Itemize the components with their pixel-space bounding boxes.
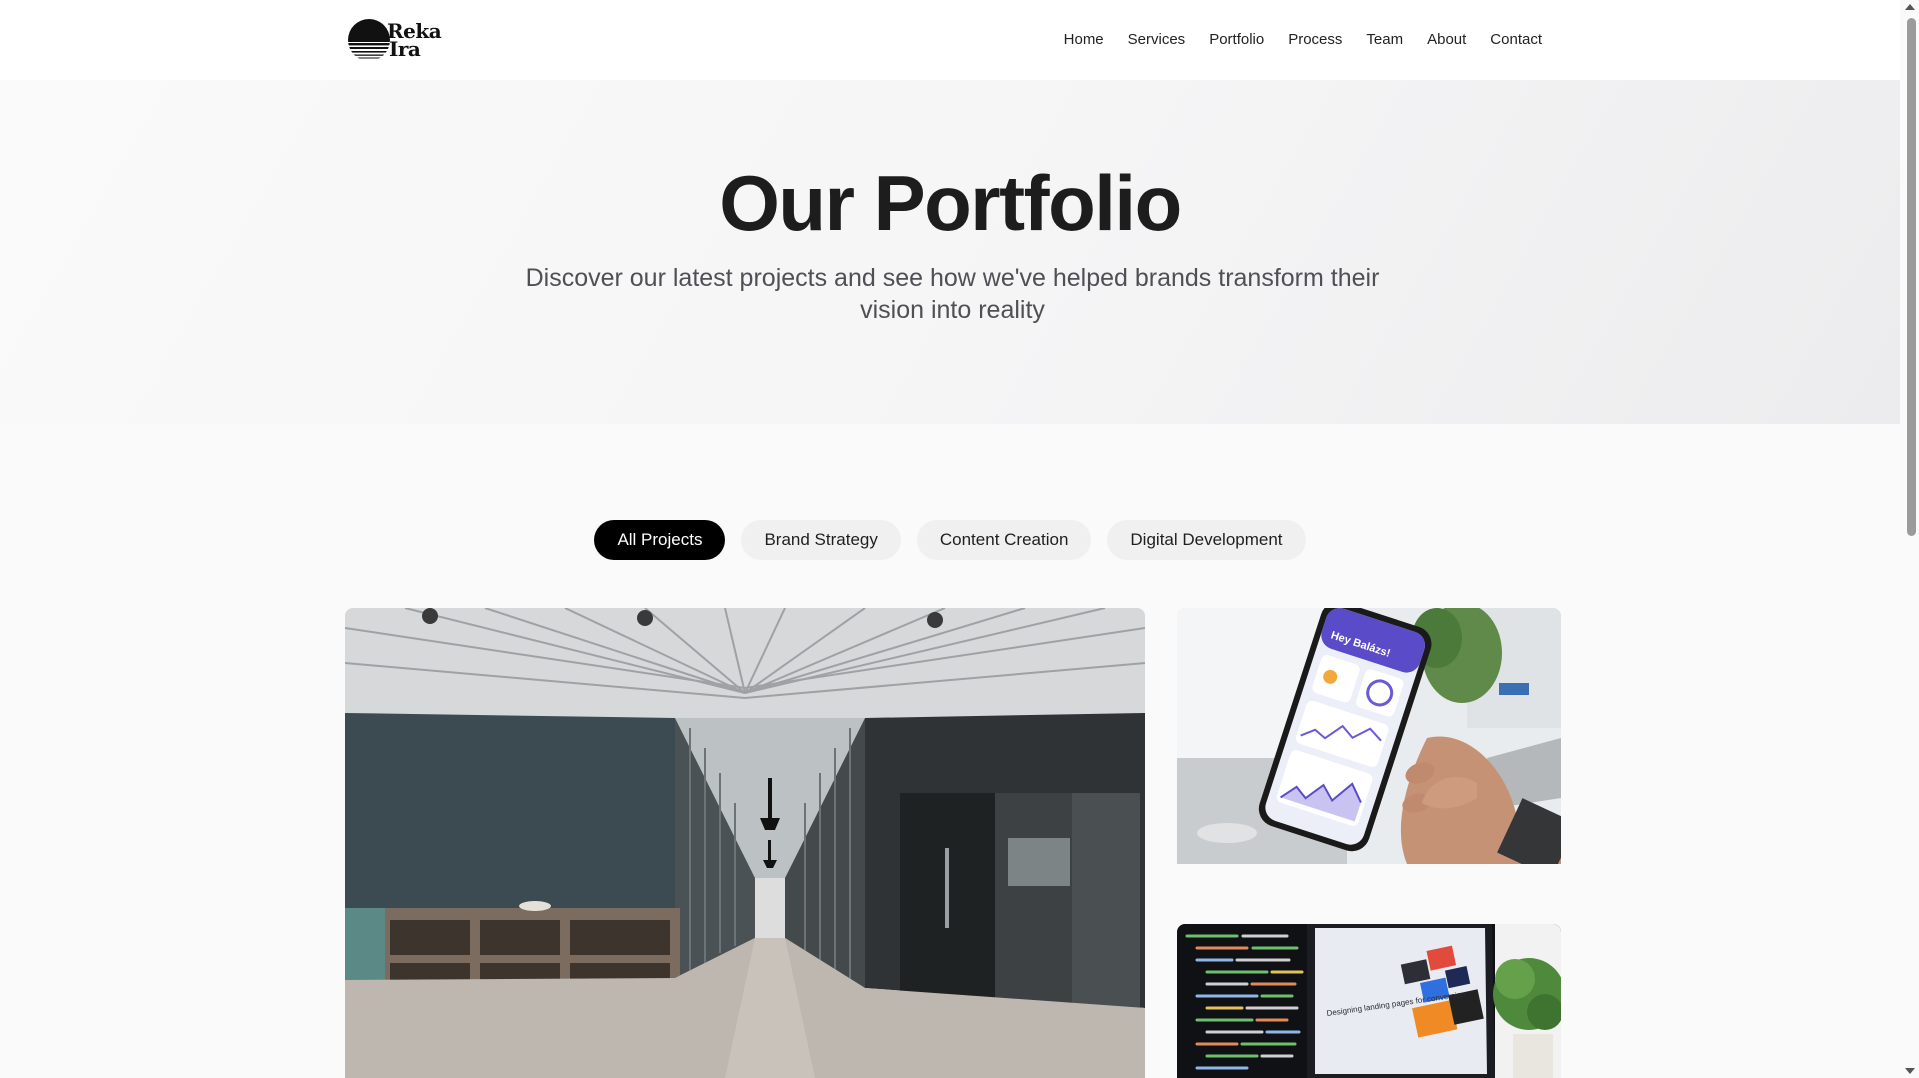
code-monitor-landing-page-photo: Designing landing pages for conversion xyxy=(1177,924,1561,1078)
project-card-mobile-app[interactable]: Hey Balázs! xyxy=(1177,608,1561,864)
main-nav: Home Services Portfolio Process Team Abo… xyxy=(1064,28,1542,52)
nav-link-services[interactable]: Services xyxy=(1128,28,1186,52)
office-corridor-photo xyxy=(345,608,1145,1078)
nav-link-process[interactable]: Process xyxy=(1288,28,1342,52)
hero-section: Our Portfolio Discover our latest projec… xyxy=(0,80,1900,424)
filter-brand-strategy[interactable]: Brand Strategy xyxy=(741,520,901,560)
brand-wordmark: Reka Ira xyxy=(387,21,442,59)
filter-content-creation[interactable]: Content Creation xyxy=(916,520,1092,560)
page-subtitle: Discover our latest projects and see how… xyxy=(525,264,1380,324)
page-scrollbar[interactable] xyxy=(1900,0,1919,1078)
portfolio-filter-bar: All Projects Brand Strategy Content Crea… xyxy=(0,520,1900,560)
nav-link-contact[interactable]: Contact xyxy=(1490,28,1542,52)
nav-link-about[interactable]: About xyxy=(1427,28,1466,52)
scrollbar-thumb[interactable] xyxy=(1907,18,1916,536)
nav-link-home[interactable]: Home xyxy=(1064,28,1104,52)
page-title: Our Portfolio xyxy=(719,159,1182,247)
nav-link-team[interactable]: Team xyxy=(1366,28,1403,52)
phone-weather-app-photo: Hey Balázs! xyxy=(1177,608,1561,864)
brand-logo[interactable]: Reka Ira xyxy=(345,16,450,64)
nav-link-portfolio[interactable]: Portfolio xyxy=(1209,28,1264,52)
filter-digital-development[interactable]: Digital Development xyxy=(1107,520,1306,560)
sunset-stripes-icon xyxy=(348,19,390,59)
scroll-down-icon[interactable] xyxy=(1905,1068,1915,1074)
scroll-up-icon[interactable] xyxy=(1905,4,1915,10)
project-card-office[interactable] xyxy=(345,608,1145,1078)
filter-all-projects[interactable]: All Projects xyxy=(594,520,726,560)
site-header: Reka Ira Home Services Portfolio Process… xyxy=(0,0,1900,80)
project-card-web-design[interactable]: Designing landing pages for conversion xyxy=(1177,924,1561,1078)
